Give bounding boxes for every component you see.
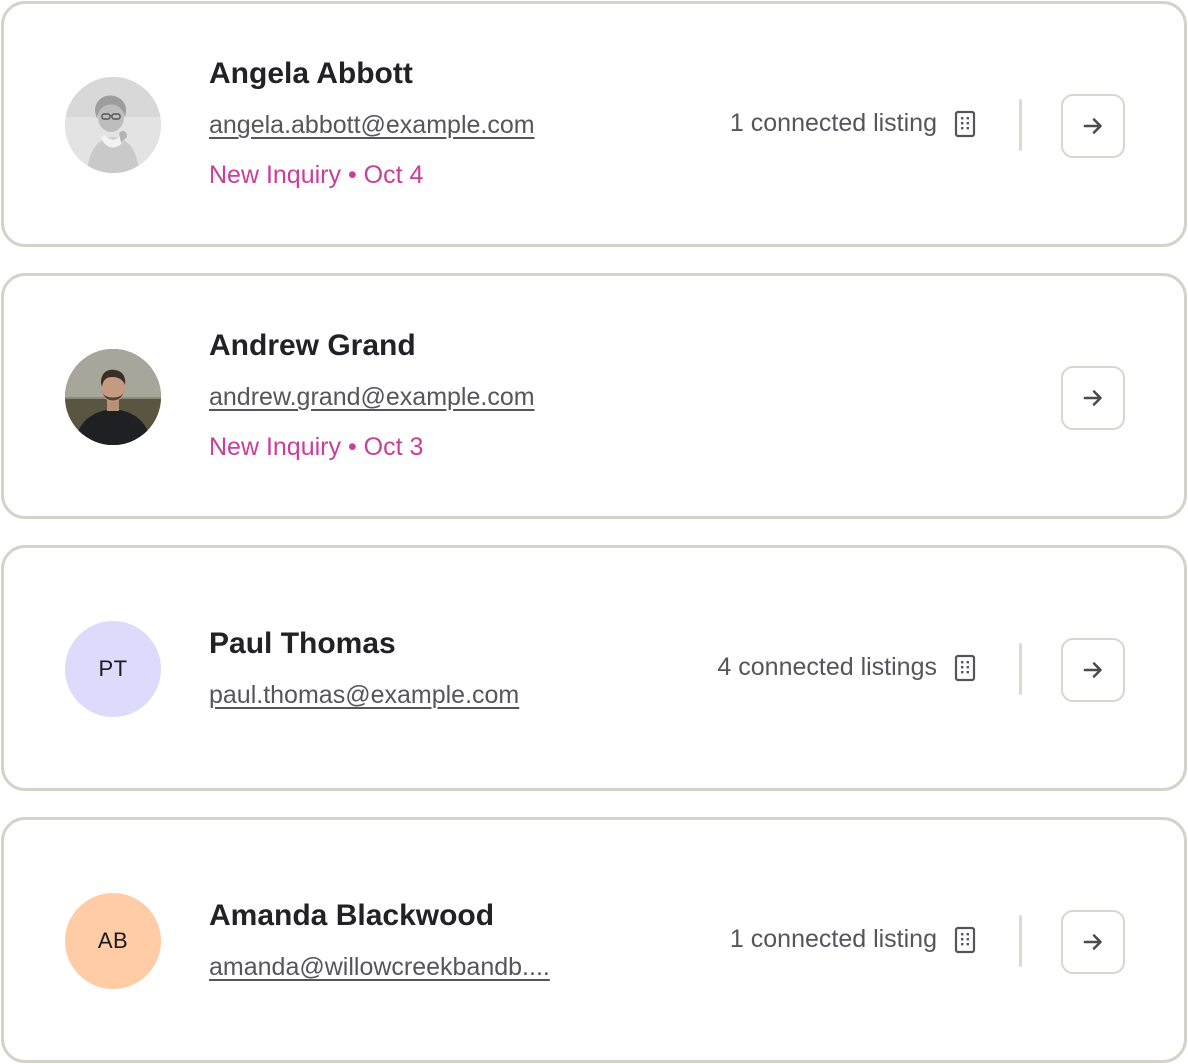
contact-email-link[interactable]: paul.thomas@example.com — [209, 679, 519, 711]
contact-email-link[interactable]: angela.abbott@example.com — [209, 109, 535, 141]
open-contact-button[interactable] — [1061, 910, 1125, 974]
connected-listings-label: 1 connected listing — [729, 109, 937, 137]
connected-listings: 1 connected listing — [730, 925, 977, 954]
connected-listings: 4 connected listings — [717, 653, 977, 682]
contact-name: Paul Thomas — [209, 627, 396, 660]
contact-info: Angela Abbott angela.abbott@example.com … — [209, 57, 535, 191]
contact-card[interactable]: AB Amanda Blackwood amanda@willowcreekba… — [1, 817, 1187, 1063]
open-contact-button[interactable] — [1061, 638, 1125, 702]
open-contact-button[interactable] — [1061, 366, 1125, 430]
contact-info: Paul Thomas paul.thomas@example.com — [209, 627, 519, 711]
building-icon — [954, 110, 976, 137]
contact-name: Angela Abbott — [209, 57, 413, 90]
connected-listings-label: 1 connected listing — [729, 925, 937, 953]
contact-name: Amanda Blackwood — [209, 899, 495, 932]
avatar: AB — [65, 893, 161, 989]
divider — [1019, 99, 1022, 151]
avatar — [65, 77, 161, 173]
contact-info: Amanda Blackwood amanda@willowcreekbandb… — [209, 899, 550, 983]
avatar: PT — [65, 621, 161, 717]
divider — [1019, 643, 1022, 695]
building-icon — [954, 654, 976, 681]
contact-name: Andrew Grand — [209, 329, 416, 362]
building-icon — [954, 926, 976, 953]
arrow-right-icon — [1083, 934, 1102, 950]
contact-card[interactable]: Angela Abbott angela.abbott@example.com … — [1, 1, 1187, 247]
contact-list: Angela Abbott angela.abbott@example.com … — [0, 0, 1188, 1064]
photo-woman-icon — [65, 77, 161, 173]
contact-card[interactable]: Andrew Grand andrew.grand@example.com Ne… — [1, 273, 1187, 519]
arrow-right-icon — [1083, 118, 1102, 134]
photo-man-icon — [65, 349, 161, 445]
arrow-right-icon — [1083, 390, 1102, 406]
divider — [1019, 915, 1022, 967]
inquiry-status: New Inquiry • Oct 3 — [209, 433, 424, 461]
avatar — [65, 349, 161, 445]
connected-listings-label: 4 connected listings — [717, 653, 937, 681]
contact-card[interactable]: PT Paul Thomas paul.thomas@example.com 4… — [1, 545, 1187, 791]
connected-listings: 1 connected listing — [730, 109, 977, 138]
arrow-right-icon — [1083, 662, 1102, 678]
inquiry-status: New Inquiry • Oct 4 — [209, 161, 424, 189]
contact-email-link[interactable]: amanda@willowcreekbandb.... — [209, 951, 550, 983]
contact-info: Andrew Grand andrew.grand@example.com Ne… — [209, 329, 535, 463]
open-contact-button[interactable] — [1061, 94, 1125, 158]
contact-email-link[interactable]: andrew.grand@example.com — [209, 381, 535, 413]
